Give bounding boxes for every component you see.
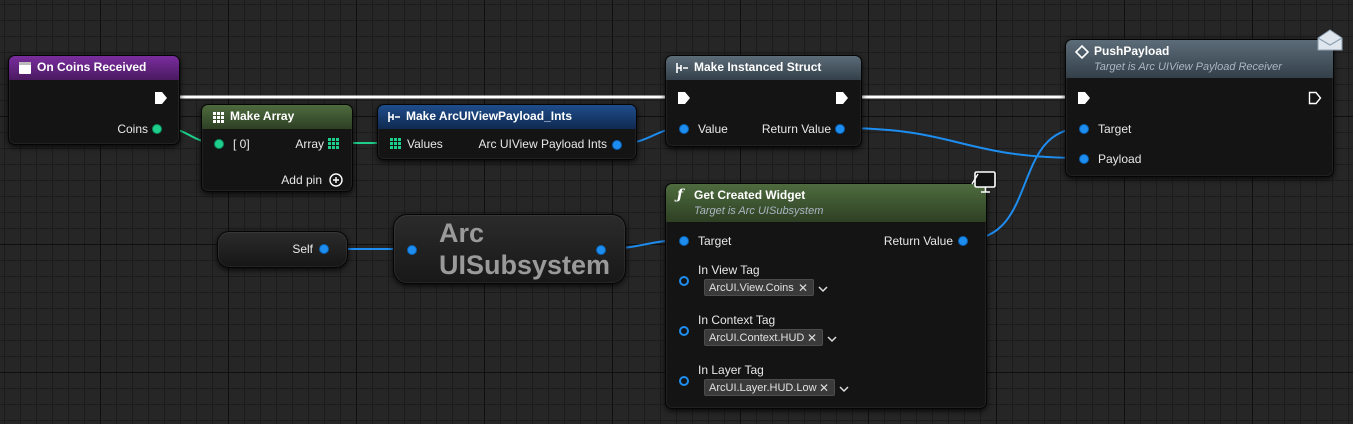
payload-pin[interactable]	[1079, 154, 1089, 164]
self-pin[interactable]	[319, 244, 329, 254]
layer-tag-chip[interactable]: ArcUI.Layer.HUD.Low ✕	[704, 379, 835, 396]
chevron-down-icon[interactable]	[838, 383, 850, 395]
target-label: Target	[1098, 122, 1132, 136]
arc-uisubsystem-node[interactable]: Arc UISubsystem	[393, 214, 626, 284]
node-subtitle: Target is Arc UISubsystem	[694, 205, 824, 217]
remove-tag-icon[interactable]: ✕	[807, 331, 817, 345]
return-value-label: Return Value	[883, 234, 953, 248]
node-title: Make Instanced Struct	[694, 60, 822, 74]
make-struct-icon	[676, 63, 688, 73]
return-value-pin[interactable]	[958, 236, 968, 246]
value-label: Value	[698, 122, 728, 136]
coins-pin[interactable]	[152, 124, 162, 134]
remove-tag-icon[interactable]: ✕	[819, 381, 829, 395]
exec-out-pin[interactable]	[835, 91, 849, 105]
payload-ints-pin[interactable]	[612, 140, 622, 150]
values-pin[interactable]	[390, 138, 402, 150]
array-grid-icon	[213, 112, 224, 123]
exec-in-pin[interactable]	[677, 91, 691, 105]
layer-tag-label: In Layer Tag	[698, 363, 764, 377]
function-call-icon	[1075, 45, 1089, 59]
layer-tag-pin[interactable]	[679, 376, 689, 386]
target-label: Target	[698, 234, 732, 248]
context-tag-value: ArcUI.Context.HUD	[709, 332, 805, 344]
node-title: PushPayload	[1094, 44, 1170, 58]
exec-out-pin[interactable]	[1308, 91, 1322, 105]
return-value-pin[interactable]	[835, 124, 845, 134]
add-pin-label[interactable]: Add pin	[281, 173, 322, 187]
view-tag-value: ArcUI.View.Coins	[709, 282, 794, 294]
subsystem-in-pin[interactable]	[407, 245, 417, 255]
view-tag-label: In View Tag	[698, 263, 760, 277]
message-envelope-icon	[1317, 29, 1343, 51]
push-payload-node[interactable]: PushPayload Target is Arc UIView Payload…	[1065, 39, 1334, 177]
node-header: Make Instanced Struct	[666, 56, 861, 80]
node-header: PushPayload Target is Arc UIView Payload…	[1066, 40, 1333, 78]
node-header: On Coins Received	[9, 56, 179, 80]
exec-out-pin[interactable]	[154, 91, 168, 105]
context-tag-label: In Context Tag	[698, 313, 776, 327]
subsystem-out-pin[interactable]	[596, 245, 606, 255]
client-only-monitor-icon	[971, 171, 996, 193]
on-coins-received-node[interactable]: On Coins Received Coins	[8, 55, 180, 145]
remove-tag-icon[interactable]: ✕	[798, 281, 808, 295]
target-pin[interactable]	[679, 236, 689, 246]
get-created-widget-node[interactable]: ƒ Get Created Widget Target is Arc UISub…	[665, 183, 987, 409]
context-tag-chip[interactable]: ArcUI.Context.HUD ✕	[704, 329, 823, 346]
add-pin-icon[interactable]	[329, 173, 343, 187]
values-label: Values	[407, 137, 443, 151]
chevron-down-icon[interactable]	[826, 333, 838, 345]
subsystem-title-line2: UISubsystem	[439, 250, 611, 280]
target-pin[interactable]	[1079, 124, 1089, 134]
return-value-label: Return Value	[761, 122, 831, 136]
node-subtitle: Target is Arc UIView Payload Receiver	[1094, 61, 1282, 73]
make-payload-ints-node[interactable]: Make ArcUIViewPayload_Ints Values Arc UI…	[377, 104, 637, 160]
event-icon	[19, 62, 31, 74]
index-0-label: [ 0]	[233, 137, 250, 151]
subsystem-title-line1: Arc	[439, 218, 485, 248]
node-title: Get Created Widget	[694, 188, 806, 202]
make-instanced-struct-node[interactable]: Make Instanced Struct Value Return Value	[665, 55, 862, 147]
exec-in-pin[interactable]	[1077, 91, 1091, 105]
layer-tag-value: ArcUI.Layer.HUD.Low	[709, 382, 817, 394]
array-out-label: Array	[295, 137, 324, 151]
node-title: On Coins Received	[37, 60, 147, 74]
node-title: Make ArcUIViewPayload_Ints	[406, 109, 573, 123]
function-icon: ƒ	[677, 187, 684, 203]
payload-ints-label: Arc UIView Payload Ints	[478, 137, 607, 151]
coins-pin-label: Coins	[117, 122, 148, 136]
node-title: Make Array	[230, 109, 295, 123]
make-struct-icon	[388, 112, 400, 122]
node-header: Make ArcUIViewPayload_Ints	[378, 105, 636, 129]
self-label: Self	[292, 242, 313, 256]
make-array-node[interactable]: Make Array [ 0] Array Add pin	[201, 104, 353, 192]
payload-label: Payload	[1098, 152, 1142, 166]
chevron-down-icon[interactable]	[817, 283, 829, 295]
node-header: Make Array	[202, 105, 352, 129]
context-tag-pin[interactable]	[679, 326, 689, 336]
view-tag-pin[interactable]	[679, 276, 689, 286]
view-tag-chip[interactable]: ArcUI.View.Coins ✕	[704, 279, 814, 296]
self-node[interactable]: Self	[217, 231, 348, 268]
array-out-pin[interactable]	[328, 138, 340, 150]
node-header: ƒ Get Created Widget Target is Arc UISub…	[666, 184, 986, 222]
index-0-pin[interactable]	[214, 139, 224, 149]
value-pin[interactable]	[679, 124, 689, 134]
